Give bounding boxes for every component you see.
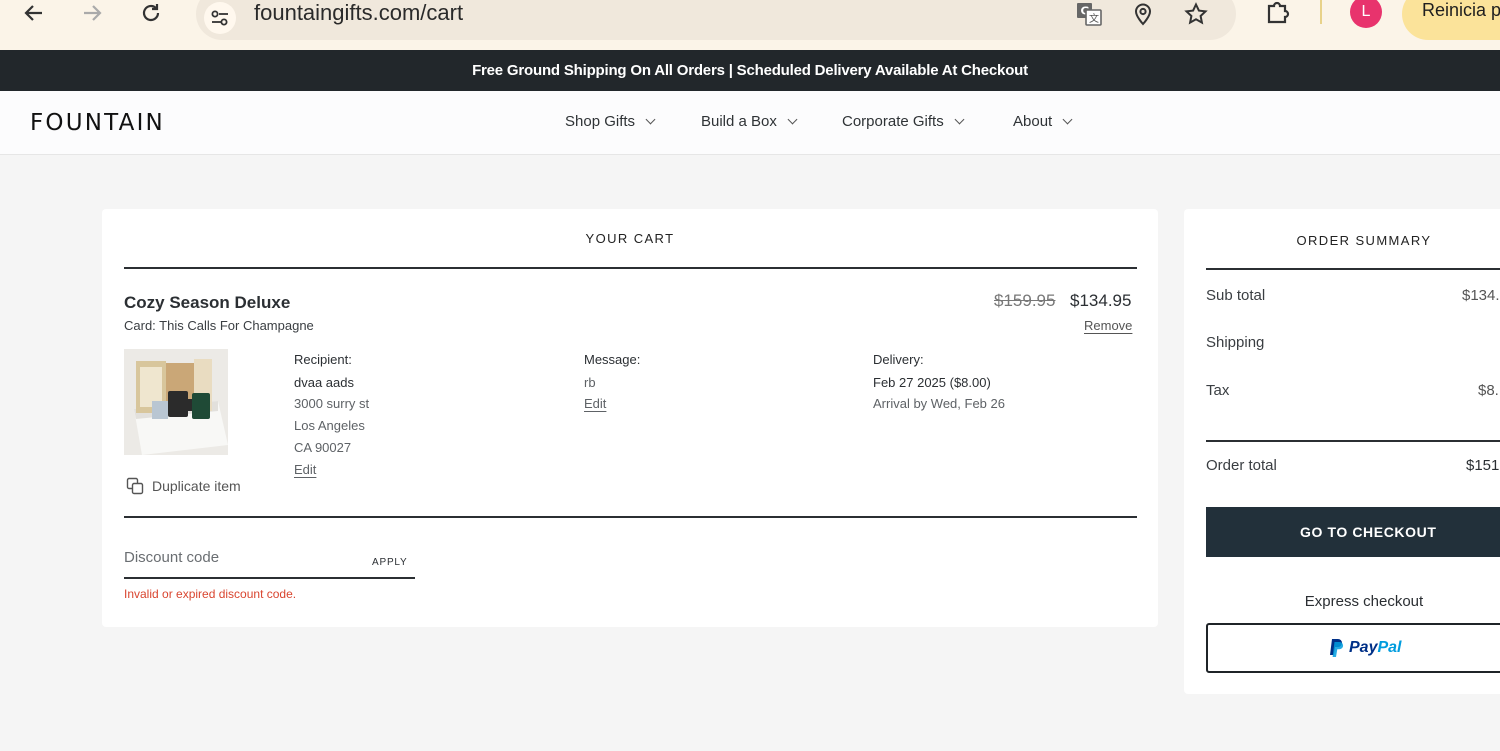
tax-label: Tax [1206,382,1230,399]
star-icon [1184,2,1208,25]
divider [124,516,1137,518]
site-info-button[interactable] [204,2,236,34]
nav-label: Shop Gifts [565,113,636,130]
order-total-label: Order total [1206,457,1277,474]
restart-update-button[interactable]: Reinicia p [1402,0,1500,40]
divider [1206,268,1500,270]
recipient-street: 3000 surry st [294,396,370,411]
sale-price: $134.95 [1070,291,1132,310]
nav-corporate-gifts[interactable]: Corporate Gifts [842,113,965,130]
gift-card-text: Card: This Calls For Champagne [124,318,314,333]
cart-panel: YOUR CART Cozy Season Deluxe Card: This … [102,209,1158,627]
divider [1206,440,1500,442]
gift-box-illustration [124,349,228,455]
delivery-label: Delivery: [873,352,924,367]
arrow-right-icon [84,5,102,21]
extensions-button[interactable] [1262,0,1294,26]
paypal-logo-icon [1330,639,1344,657]
forward-button[interactable] [72,0,112,26]
product-name[interactable]: Cozy Season Deluxe [124,293,290,313]
chevron-down-icon [1062,114,1073,125]
product-image[interactable] [124,349,228,455]
edit-recipient-link[interactable]: Edit [294,459,316,481]
toolbar-separator [1320,0,1322,24]
profile-avatar[interactable]: L [1350,0,1382,28]
puzzle-piece-icon [1267,1,1290,24]
duplicate-item-label: Duplicate item [152,478,241,494]
announcement-bar: Free Ground Shipping On All Orders | Sch… [0,50,1500,91]
duplicate-item-button[interactable]: Duplicate item [126,477,241,495]
browser-toolbar: fountaingifts.com/cart G文 L Reinicia p [0,0,1500,50]
arrival-estimate: Arrival by Wed, Feb 26 [873,396,1005,411]
reload-icon [142,4,160,22]
site-header: FOUNTAIN Shop Gifts Build a Box Corporat… [0,91,1500,155]
subtotal-value: $134. [1462,287,1500,304]
location-pin-icon [1134,3,1152,26]
tax-value: $8. [1478,382,1499,399]
nav-build-a-box[interactable]: Build a Box [701,113,798,130]
paypal-pay-text: Pay [1349,639,1378,656]
arrow-left-icon [24,5,42,21]
divider [124,267,1137,269]
order-summary-title: ORDER SUMMARY [1296,233,1432,248]
recipient-city: Los Angeles [294,418,365,433]
message-label: Message: [584,352,641,367]
express-checkout-label: Express checkout [1304,593,1424,610]
shipping-label: Shipping [1206,334,1265,351]
translate-icon: G文 [1077,3,1102,26]
remove-item-link[interactable]: Remove [1084,318,1132,333]
paypal-pal-text: Pal [1377,639,1402,656]
recipient-name: dvaa aads [294,375,354,390]
checkout-button-label: GO TO CHECKOUT [1300,524,1437,540]
bookmark-button[interactable] [1181,0,1211,28]
recipient-label: Recipient: [294,352,352,367]
chevron-down-icon [954,114,965,125]
paypal-wordmark: PayPal [1349,639,1401,657]
discount-code-input[interactable]: Discount code [124,549,219,566]
back-button[interactable] [14,0,54,26]
apply-discount-button[interactable]: APPLY [372,557,408,568]
discount-error-message: Invalid or expired discount code. [124,587,297,601]
nav-label: Build a Box [701,113,777,130]
chevron-down-icon [645,114,656,125]
discount-input-underline [124,577,415,579]
translate-button[interactable]: G文 [1074,0,1104,28]
tune-icon [211,10,228,26]
order-total-value: $151. [1466,457,1500,474]
original-price: $159.95 [994,291,1056,310]
svg-text:文: 文 [1089,12,1099,25]
recipient-state-zip: CA 90027 [294,440,352,455]
nav-about[interactable]: About [1013,113,1073,130]
edit-message-link[interactable]: Edit [584,393,606,415]
chevron-down-icon [787,114,798,125]
url-text[interactable]: fountaingifts.com/cart [254,0,463,26]
reload-button[interactable] [131,0,171,26]
copy-icon [126,477,144,495]
cart-title: YOUR CART [585,231,675,246]
message-text: rb [584,375,596,390]
location-button[interactable] [1128,0,1158,28]
delivery-date[interactable]: Feb 27 2025 ($8.00) [873,372,991,394]
site-logo[interactable]: FOUNTAIN [30,110,165,136]
go-to-checkout-button[interactable]: GO TO CHECKOUT [1206,507,1500,557]
nav-label: About [1013,113,1053,130]
subtotal-label: Sub total [1206,287,1266,304]
address-bar[interactable]: fountaingifts.com/cart G文 [196,0,1236,40]
order-summary-panel: ORDER SUMMARY Sub total $134. Shipping T… [1184,209,1500,694]
nav-label: Corporate Gifts [842,113,944,130]
paypal-button[interactable]: PayPal [1206,623,1500,673]
nav-shop-gifts[interactable]: Shop Gifts [565,113,656,130]
